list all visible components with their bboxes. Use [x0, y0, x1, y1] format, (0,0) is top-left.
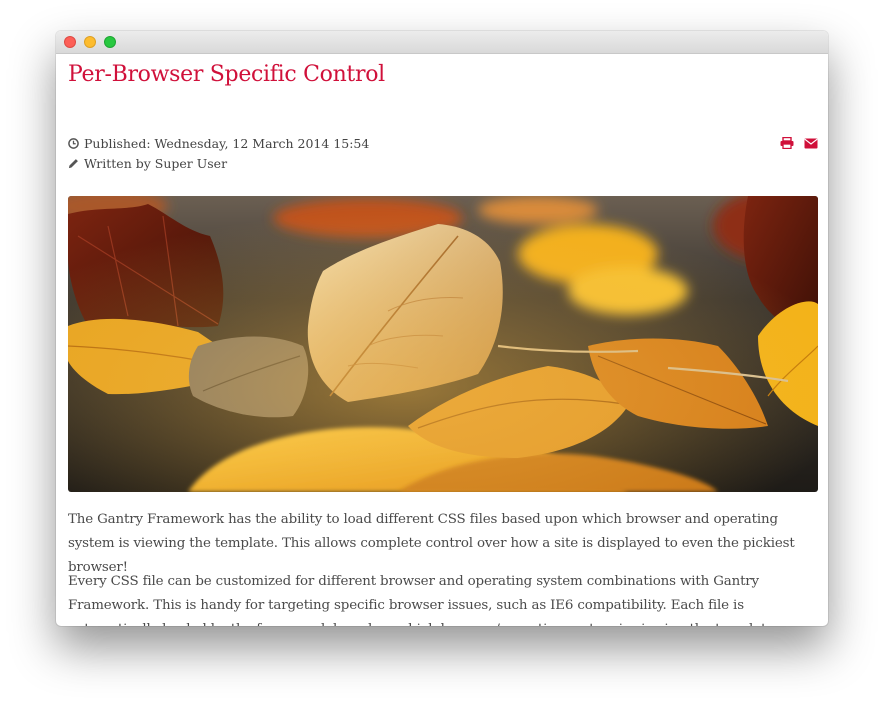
maximize-window-button[interactable] [104, 36, 116, 48]
published-text: Published: Wednesday, 12 March 2014 15:5… [84, 136, 370, 151]
window-titlebar [56, 31, 828, 54]
article-title[interactable]: Per-Browser Specific Control [68, 62, 385, 87]
article-image [68, 196, 818, 492]
clock-icon [68, 138, 79, 149]
article-paragraph-2: Every CSS file can be customized for dif… [68, 574, 778, 626]
author-line: Written by Super User [68, 156, 227, 171]
print-icon[interactable] [780, 137, 794, 149]
email-icon[interactable] [804, 137, 818, 149]
author-text: Written by Super User [84, 156, 228, 171]
article-actions [780, 137, 818, 149]
close-window-button[interactable] [64, 36, 76, 48]
minimize-window-button[interactable] [84, 36, 96, 48]
browser-window: Per-Browser Specific Control Published: … [56, 31, 828, 626]
pencil-icon [68, 159, 78, 169]
published-date: Published: Wednesday, 12 March 2014 15:5… [68, 136, 369, 151]
autumn-leaves-photo [68, 196, 818, 492]
